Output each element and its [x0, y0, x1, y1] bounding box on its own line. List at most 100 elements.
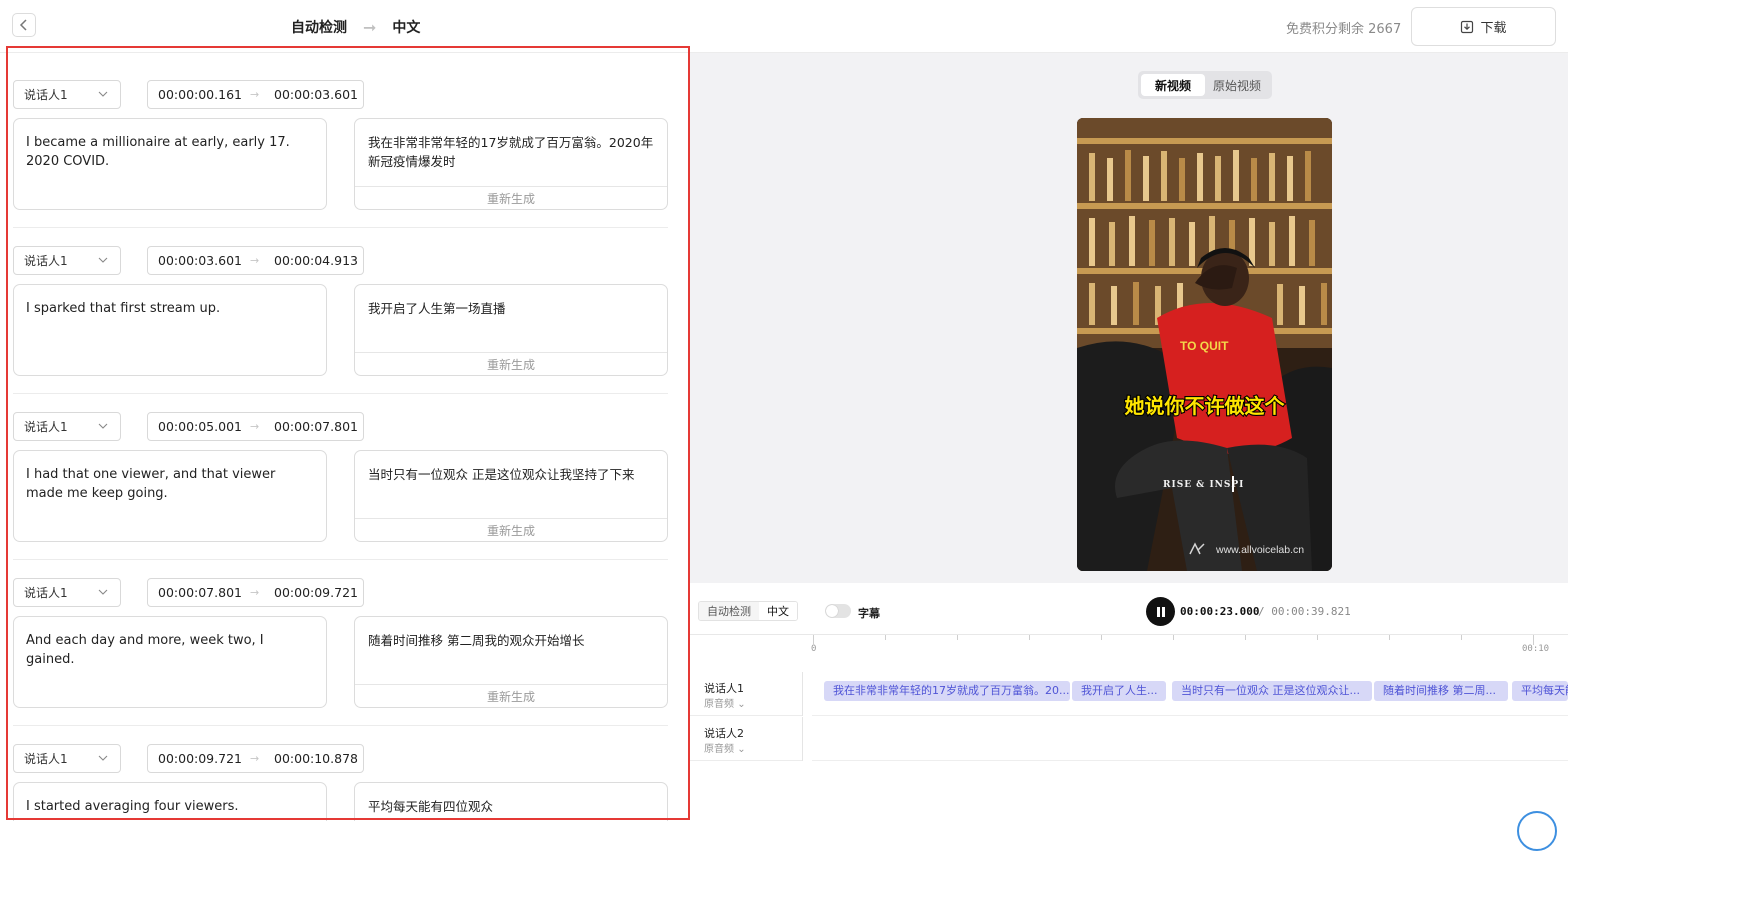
speaker-label: 说话人1	[24, 420, 68, 434]
speaker-label: 说话人1	[24, 254, 68, 268]
help-button[interactable]	[1517, 811, 1557, 851]
end-time[interactable]: 00:00:03.601	[274, 87, 358, 102]
target-language[interactable]: 中文	[392, 17, 420, 37]
translation-text[interactable]: 随着时间推移 第二周我的观众开始增长	[368, 631, 657, 650]
tab-auto-detect[interactable]: 自动检测	[699, 602, 759, 620]
speaker-label: 说话人1	[24, 586, 68, 600]
speaker-select[interactable]: 说话人1	[13, 246, 121, 275]
clip-lane-line	[812, 760, 1568, 761]
preview-panel: 新视频 原始视频 TO QUIT 她说你不许做这个 RISE & INSPI w…	[690, 53, 1568, 851]
chevron-down-icon	[98, 91, 108, 97]
end-time[interactable]: 00:00:10.878	[274, 751, 358, 766]
video-tabs: 新视频 原始视频	[1138, 71, 1272, 99]
source-text-box[interactable]: And each day and more, week two, I gaine…	[13, 616, 327, 708]
arrow-right-icon: →	[250, 254, 260, 267]
source-text-box[interactable]: I started averaging four viewers.	[13, 782, 327, 821]
segment-row: 说话人1 00:00:09.721 → 00:00:10.878 I started a…	[0, 717, 690, 821]
chevron-down-icon: ⌄	[737, 744, 746, 755]
track-audio-label: 原音频	[704, 699, 734, 710]
chevron-left-icon	[19, 19, 27, 31]
ruler-tick	[1389, 635, 1390, 640]
subtitle-toggle[interactable]	[825, 604, 851, 618]
track-audio-select[interactable]: 原音频 ⌄	[704, 740, 746, 755]
clip-2[interactable]: 我开启了人生...	[1072, 681, 1166, 701]
translation-text[interactable]: 平均每天能有四位观众	[368, 797, 657, 816]
video-frame: TO QUIT 她说你不许做这个 RISE & INSPI www.allvoi…	[1077, 118, 1332, 571]
track-audio-label: 原音频	[704, 744, 734, 755]
clip-4[interactable]: 随着时间推移 第二周...	[1374, 681, 1508, 701]
ruler-tick	[1173, 635, 1174, 640]
translation-box[interactable]: 我在非常非常年轻的17岁就成了百万富翁。2020年新冠疫情爆发时重新生成	[354, 118, 668, 210]
back-button[interactable]	[12, 13, 36, 37]
ruler-label-start: 0	[811, 644, 817, 654]
speaker-select[interactable]: 说话人1	[13, 80, 121, 109]
ruler-tick	[957, 635, 958, 640]
source-text-box[interactable]: I had that one viewer, and that viewer m…	[13, 450, 327, 542]
speaker-select[interactable]: 说话人1	[13, 744, 121, 773]
track-audio-select[interactable]: 原音频 ⌄	[704, 695, 746, 710]
ruler-tick	[1101, 635, 1102, 640]
track-bottom-line	[690, 760, 802, 761]
translation-text[interactable]: 我在非常非常年轻的17岁就成了百万富翁。2020年新冠疫情爆发时	[368, 133, 657, 171]
arrow-right-icon: →	[250, 586, 260, 599]
ruler-tick	[885, 635, 886, 640]
download-button[interactable]: 下载	[1411, 7, 1556, 46]
start-time[interactable]: 00:00:07.801	[158, 585, 242, 600]
time-range[interactable]: 00:00:07.801 → 00:00:09.721	[147, 578, 364, 607]
start-time[interactable]: 00:00:00.161	[158, 87, 242, 102]
ruler-tick	[1245, 635, 1246, 640]
end-time[interactable]: 00:00:09.721	[274, 585, 358, 600]
track-language-tabs: 自动检测 中文	[698, 601, 798, 621]
speaker-select[interactable]: 说话人1	[13, 412, 121, 441]
clip-1[interactable]: 我在非常非常年轻的17岁就成了百万富翁。20...	[824, 681, 1070, 701]
start-time[interactable]: 00:00:03.601	[158, 253, 242, 268]
clip-5[interactable]: 平均每天能	[1512, 681, 1568, 701]
source-text-box[interactable]: I became a millionaire at early, early 1…	[13, 118, 327, 210]
translation-text[interactable]: 我开启了人生第一场直播	[368, 299, 657, 318]
track-bottom-line	[690, 715, 802, 716]
translation-text[interactable]: 当时只有一位观众 正是这位观众让我坚持了下来	[368, 465, 657, 484]
segment-row: 说话人1 00:00:07.801 → 00:00:09.721 And each da…	[0, 551, 690, 726]
end-time[interactable]: 00:00:07.801	[274, 419, 358, 434]
regenerate-button[interactable]: 重新生成	[355, 518, 667, 541]
source-text-box[interactable]: I sparked that first stream up.	[13, 284, 327, 376]
time-range[interactable]: 00:00:03.601 → 00:00:04.913	[147, 246, 364, 275]
time-range[interactable]: 00:00:00.161 → 00:00:03.601	[147, 80, 364, 109]
regenerate-button[interactable]: 重新生成	[355, 352, 667, 375]
tab-chinese[interactable]: 中文	[759, 602, 797, 620]
ruler-tick	[1461, 635, 1462, 640]
segment-row: 说话人1 00:00:03.601 → 00:00:04.913 I sparked t…	[0, 219, 690, 394]
time-range[interactable]: 00:00:09.721 → 00:00:10.878	[147, 744, 364, 773]
arrow-right-icon: →	[250, 420, 260, 433]
subtitle-toggle-label: 字幕	[858, 607, 880, 620]
chevron-down-icon	[98, 589, 108, 595]
arrow-right-icon: →	[250, 752, 260, 765]
watermark: www.allvoicelab.cn	[1215, 544, 1304, 556]
end-time[interactable]: 00:00:04.913	[274, 253, 358, 268]
chevron-down-icon: ⌄	[737, 699, 746, 710]
pause-button[interactable]	[1146, 597, 1175, 626]
tab-original-video[interactable]: 原始视频	[1205, 74, 1269, 96]
ruler-label-10s: 00:10	[1522, 644, 1550, 654]
segment-row: 说话人1 00:00:05.001 → 00:00:07.801 I had that …	[0, 385, 690, 560]
start-time[interactable]: 00:00:09.721	[158, 751, 242, 766]
regenerate-button[interactable]: 重新生成	[355, 684, 667, 707]
tab-new-video[interactable]: 新视频	[1141, 74, 1205, 96]
source-language[interactable]: 自动检测	[291, 17, 347, 37]
arrow-right-icon: ➞	[363, 17, 377, 37]
clip-3[interactable]: 当时只有一位观众 正是这位观众让...	[1172, 681, 1372, 701]
translation-box[interactable]: 平均每天能有四位观众重新生成	[354, 782, 668, 821]
track-speaker-2: 说话人2 原音频 ⌄	[690, 717, 1568, 761]
time-range[interactable]: 00:00:05.001 → 00:00:07.801	[147, 412, 364, 441]
translation-box[interactable]: 当时只有一位观众 正是这位观众让我坚持了下来重新生成	[354, 450, 668, 542]
track-name: 说话人1	[704, 682, 744, 695]
translation-box[interactable]: 随着时间推移 第二周我的观众开始增长重新生成	[354, 616, 668, 708]
start-time[interactable]: 00:00:05.001	[158, 419, 242, 434]
regenerate-button[interactable]: 重新生成	[355, 186, 667, 209]
video-player[interactable]: TO QUIT 她说你不许做这个 RISE & INSPI www.allvoi…	[1077, 118, 1332, 571]
time-ruler[interactable]: 0 00:10	[690, 634, 1568, 666]
arrow-right-icon: →	[250, 88, 260, 101]
speaker-select[interactable]: 说话人1	[13, 578, 121, 607]
translation-box[interactable]: 我开启了人生第一场直播重新生成	[354, 284, 668, 376]
chevron-down-icon	[98, 755, 108, 761]
